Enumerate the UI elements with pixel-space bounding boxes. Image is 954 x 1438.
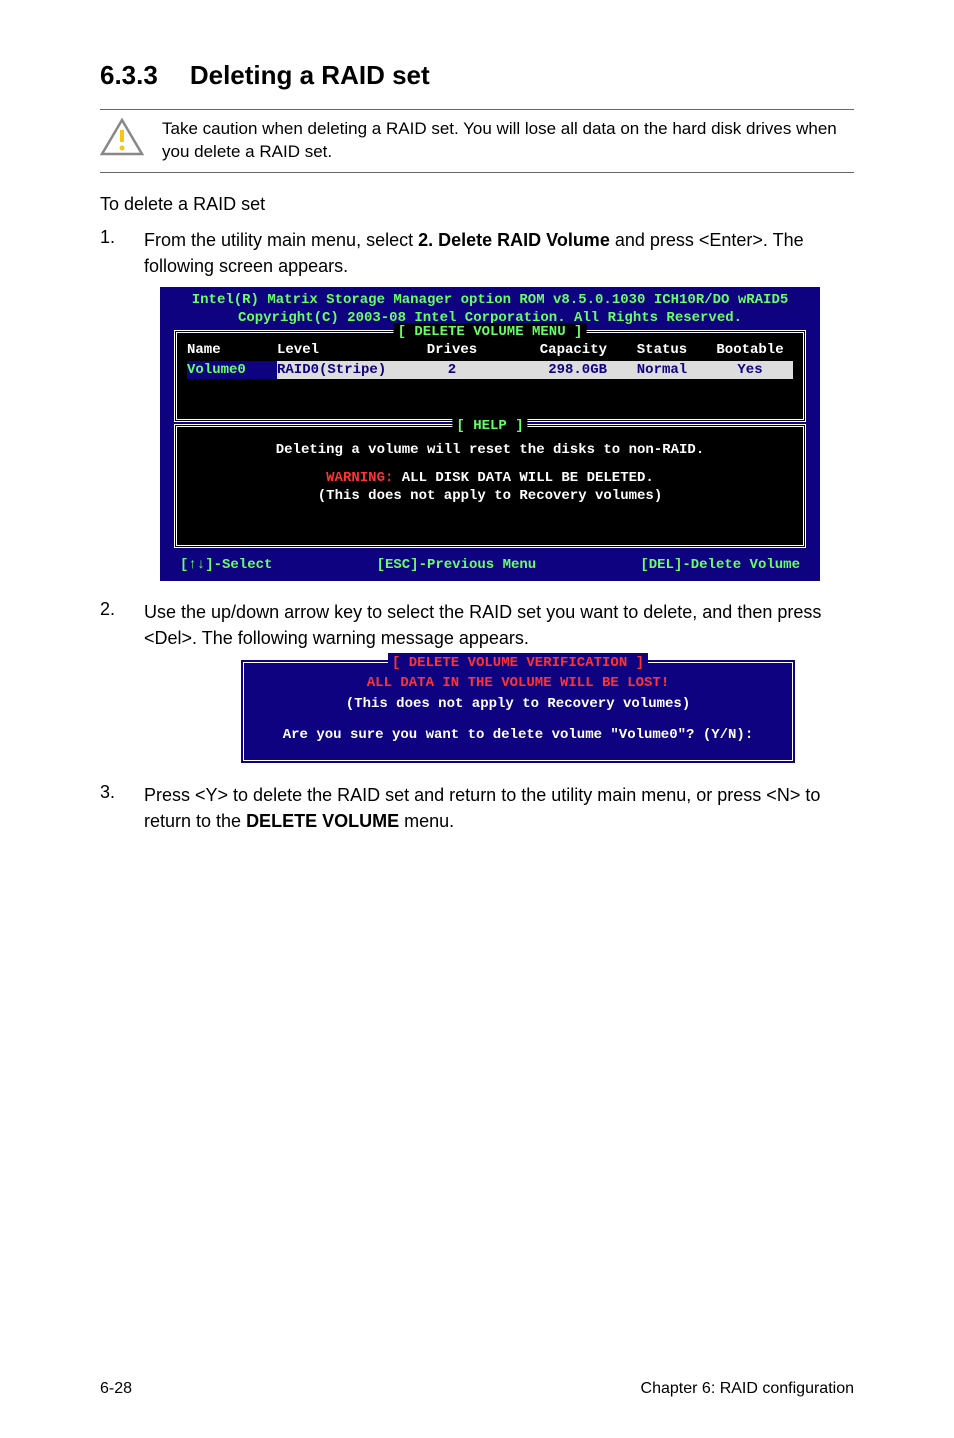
page-footer: 6-28 Chapter 6: RAID configuration: [0, 1380, 954, 1398]
help-warn-label: WARNING:: [326, 470, 393, 486]
row-capacity: 298.0GB: [487, 361, 617, 379]
step-number: 1.: [100, 227, 144, 279]
delete-volume-menu: [ DELETE VOLUME MENU ] Name Level Drives…: [174, 330, 806, 422]
step3-bold: DELETE VOLUME: [246, 811, 399, 831]
help-box: [ HELP ] Deleting a volume will reset th…: [174, 424, 806, 549]
warning-callout: Take caution when deleting a RAID set. Y…: [100, 109, 854, 173]
chapter-label: Chapter 6: RAID configuration: [641, 1380, 854, 1398]
footer-select: [↑↓]-Select: [180, 556, 272, 574]
step-1: 1. From the utility main menu, select 2.…: [100, 227, 854, 279]
confirm-note: (This does not apply to Recovery volumes…: [258, 694, 778, 715]
step-3: 3. Press <Y> to delete the RAID set and …: [100, 782, 854, 834]
step-text: From the utility main menu, select 2. De…: [144, 227, 854, 279]
help-line-1: Deleting a volume will reset the disks t…: [187, 441, 793, 459]
table-header: Name Level Drives Capacity Status Bootab…: [187, 339, 793, 361]
section-heading: 6.3.3 Deleting a RAID set: [100, 60, 854, 91]
warning-text: Take caution when deleting a RAID set. Y…: [162, 118, 854, 164]
row-level: RAID0(Stripe): [277, 361, 417, 379]
row-name: Volume0: [187, 361, 277, 379]
footer-prev: [ESC]-Previous Menu: [377, 556, 537, 574]
step3-post: menu.: [399, 811, 454, 831]
help-title: [ HELP ]: [452, 417, 527, 435]
bios-screen: Intel(R) Matrix Storage Manager option R…: [160, 287, 820, 581]
step1-pre: From the utility main menu, select: [144, 230, 418, 250]
col-status: Status: [617, 341, 707, 359]
bios-header-1: Intel(R) Matrix Storage Manager option R…: [160, 291, 820, 309]
row-drives: 2: [417, 361, 487, 379]
col-name: Name: [187, 341, 277, 359]
col-level: Level: [277, 341, 417, 359]
intro-text: To delete a RAID set: [100, 191, 854, 217]
table-row[interactable]: Volume0 RAID0(Stripe) 2 298.0GB Normal Y…: [187, 361, 793, 379]
row-bootable: Yes: [707, 361, 793, 379]
step-number: 3.: [100, 782, 144, 834]
help-line-3: (This does not apply to Recovery volumes…: [187, 487, 793, 505]
row-status: Normal: [617, 361, 707, 379]
confirm-prompt[interactable]: Are you sure you want to delete volume "…: [258, 725, 778, 746]
section-title: Deleting a RAID set: [190, 60, 430, 90]
col-capacity: Capacity: [487, 341, 617, 359]
confirm-warning: ALL DATA IN THE VOLUME WILL BE LOST!: [258, 673, 778, 694]
confirm-title: [ DELETE VOLUME VERIFICATION ]: [388, 653, 648, 674]
step-text: Use the up/down arrow key to select the …: [144, 599, 854, 651]
footer-delete: [DEL]-Delete Volume: [640, 556, 800, 574]
help-warning-line: WARNING: ALL DISK DATA WILL BE DELETED.: [187, 469, 793, 487]
page-number: 6-28: [100, 1380, 132, 1398]
help-warn-text: ALL DISK DATA WILL BE DELETED.: [393, 470, 653, 486]
caution-icon: [100, 118, 144, 156]
confirm-dialog: [ DELETE VOLUME VERIFICATION ] ALL DATA …: [240, 659, 796, 764]
step-number: 2.: [100, 599, 144, 651]
bios-footer: [↑↓]-Select [ESC]-Previous Menu [DEL]-De…: [160, 554, 820, 580]
col-drives: Drives: [417, 341, 487, 359]
menu-title: [ DELETE VOLUME MENU ]: [394, 323, 587, 341]
section-number: 6.3.3: [100, 60, 158, 91]
step-2: 2. Use the up/down arrow key to select t…: [100, 599, 854, 651]
step1-bold: 2. Delete RAID Volume: [418, 230, 610, 250]
col-bootable: Bootable: [707, 341, 793, 359]
step-text: Press <Y> to delete the RAID set and ret…: [144, 782, 854, 834]
